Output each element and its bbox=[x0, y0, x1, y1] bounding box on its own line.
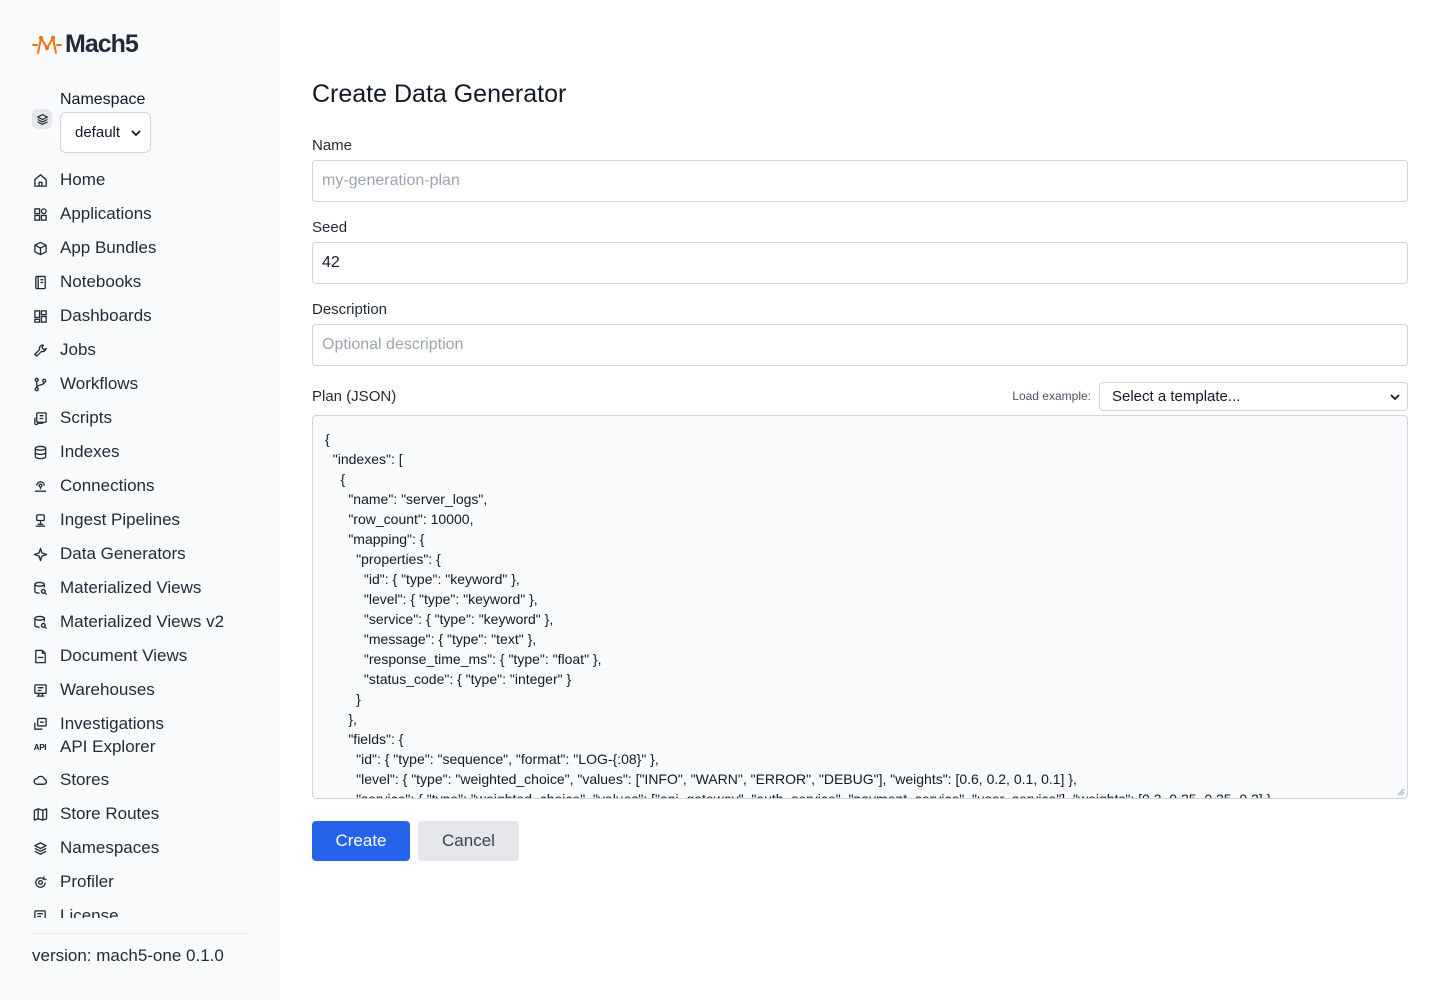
brand-name: Mach5 bbox=[65, 30, 139, 58]
name-input[interactable] bbox=[312, 160, 1408, 202]
load-example-label: Load example: bbox=[1012, 389, 1091, 403]
sidebar-item-label: Profiler bbox=[60, 872, 114, 891]
main-content: Create Data Generator Name Seed Descript… bbox=[312, 0, 1408, 1000]
sidebar-item-workflows[interactable]: Workflows bbox=[32, 367, 138, 401]
document-icon bbox=[32, 648, 48, 664]
plan-label: Plan (JSON) bbox=[312, 388, 397, 405]
sidebar-item-label: Home bbox=[60, 170, 106, 189]
template-select[interactable]: Select a template... bbox=[1099, 382, 1408, 411]
seed-input[interactable] bbox=[312, 242, 1408, 284]
sidebar-item-profiler[interactable]: Profiler bbox=[32, 865, 114, 899]
sidebar-item-store-routes[interactable]: Store Routes bbox=[32, 797, 159, 831]
chevron-down-icon bbox=[1390, 393, 1400, 400]
license-icon bbox=[32, 908, 48, 918]
sidebar-item-label: Materialized Views v2 bbox=[60, 612, 225, 631]
box-icon bbox=[32, 240, 48, 256]
api-icon: API bbox=[32, 739, 48, 755]
sidebar-item-label: Connections bbox=[60, 476, 155, 495]
sidebar-nav: Home Applications App Bundles Notebooks … bbox=[32, 163, 262, 918]
script-icon bbox=[32, 410, 48, 426]
sidebar-item-warehouses[interactable]: Warehouses bbox=[32, 673, 155, 707]
description-label: Description bbox=[312, 301, 388, 318]
chevron-down-icon bbox=[131, 129, 141, 136]
api-badge: API bbox=[33, 742, 47, 752]
sidebar-item-label: Materialized Views bbox=[60, 578, 202, 597]
cancel-button[interactable]: Cancel bbox=[418, 821, 519, 861]
template-select-value: Select a template... bbox=[1112, 388, 1241, 405]
sparkle-icon bbox=[32, 546, 48, 562]
sidebar-divider bbox=[32, 933, 248, 934]
db-search-icon bbox=[32, 614, 48, 630]
resize-handle-icon[interactable] bbox=[1397, 788, 1405, 796]
namespace-value: default bbox=[75, 124, 121, 141]
sidebar-item-notebooks[interactable]: Notebooks bbox=[32, 265, 141, 299]
sidebar-item-indexes[interactable]: Indexes bbox=[32, 435, 120, 469]
profiler-icon bbox=[32, 874, 48, 890]
sidebar-item-label: API Explorer bbox=[60, 737, 156, 756]
sidebar-item-api-explorer[interactable]: API API Explorer bbox=[32, 730, 156, 764]
namespace-switcher: Namespace default bbox=[32, 90, 151, 153]
version-text: version: mach5-one 0.1.0 bbox=[32, 946, 224, 965]
sidebar-item-document-views[interactable]: Document Views bbox=[32, 639, 187, 673]
plan-json-textarea[interactable]: { "indexes": [ { "name": "server_logs", … bbox=[312, 415, 1408, 799]
sidebar-item-label: Dashboards bbox=[60, 306, 152, 325]
sidebar-item-applications[interactable]: Applications bbox=[32, 197, 152, 231]
database-icon bbox=[32, 444, 48, 460]
sidebar-item-home[interactable]: Home bbox=[32, 163, 105, 197]
apps-icon bbox=[32, 206, 48, 222]
sidebar-item-namespaces[interactable]: Namespaces bbox=[32, 831, 159, 865]
wrench-icon bbox=[32, 342, 48, 358]
map-icon bbox=[32, 806, 48, 822]
sidebar-item-label: Notebooks bbox=[60, 272, 142, 291]
sidebar-item-label: Workflows bbox=[60, 374, 139, 393]
sidebar-item-label: Scripts bbox=[60, 408, 112, 427]
sidebar-item-label: Stores bbox=[60, 770, 110, 789]
sidebar-item-materialized-views-v2[interactable]: Materialized Views v2 bbox=[32, 605, 224, 639]
layers-icon bbox=[32, 840, 48, 856]
dashboard-icon bbox=[32, 308, 48, 324]
create-button[interactable]: Create bbox=[312, 821, 410, 861]
sidebar-item-label: Data Generators bbox=[60, 544, 186, 563]
sidebar-item-ingest-pipelines[interactable]: Ingest Pipelines bbox=[32, 503, 180, 537]
sidebar-item-label: Store Routes bbox=[60, 804, 160, 823]
sidebar-item-jobs[interactable]: Jobs bbox=[32, 333, 96, 367]
plan-json-content: { "indexes": [ { "name": "server_logs", … bbox=[325, 431, 1276, 799]
page-title: Create Data Generator bbox=[312, 80, 567, 108]
sidebar-item-data-generators[interactable]: Data Generators bbox=[32, 537, 186, 571]
sidebar-item-label: Warehouses bbox=[60, 680, 155, 699]
sidebar-item-dashboards[interactable]: Dashboards bbox=[32, 299, 152, 333]
sidebar-item-label: License bbox=[60, 906, 119, 918]
sidebar-item-label: Document Views bbox=[60, 646, 188, 665]
sidebar-item-materialized-views[interactable]: Materialized Views bbox=[32, 571, 201, 605]
db-search-icon bbox=[32, 580, 48, 596]
description-input[interactable] bbox=[312, 324, 1408, 366]
sidebar-item-label: Indexes bbox=[60, 442, 120, 461]
logo[interactable]: Mach5 bbox=[32, 30, 139, 59]
sidebar-item-label: Jobs bbox=[60, 340, 96, 359]
sidebar-item-connections[interactable]: Connections bbox=[32, 469, 155, 503]
notebook-icon bbox=[32, 274, 48, 290]
sidebar-item-label: Namespaces bbox=[60, 838, 160, 857]
cloud-icon bbox=[32, 772, 48, 788]
layers-icon bbox=[32, 109, 52, 129]
connection-icon bbox=[32, 478, 48, 494]
sidebar-item-label: App Bundles bbox=[60, 238, 157, 257]
pipeline-icon bbox=[32, 512, 48, 528]
mach5-logo-icon bbox=[32, 35, 62, 54]
namespace-select[interactable]: default bbox=[60, 112, 151, 153]
sidebar: Mach5 Namespace default Home Application… bbox=[0, 0, 280, 1000]
sidebar-item-label: Ingest Pipelines bbox=[60, 510, 181, 529]
namespace-label: Namespace bbox=[60, 91, 146, 108]
seed-label: Seed bbox=[312, 219, 348, 236]
git-branch-icon bbox=[32, 376, 48, 392]
name-label: Name bbox=[312, 137, 353, 154]
sidebar-item-stores[interactable]: Stores bbox=[32, 763, 109, 797]
sidebar-item-app-bundles[interactable]: App Bundles bbox=[32, 231, 156, 265]
sidebar-item-label: Applications bbox=[60, 204, 152, 223]
sidebar-item-license[interactable]: License bbox=[32, 899, 119, 918]
sidebar-item-scripts[interactable]: Scripts bbox=[32, 401, 112, 435]
warehouse-icon bbox=[32, 682, 48, 698]
home-icon bbox=[32, 172, 48, 188]
